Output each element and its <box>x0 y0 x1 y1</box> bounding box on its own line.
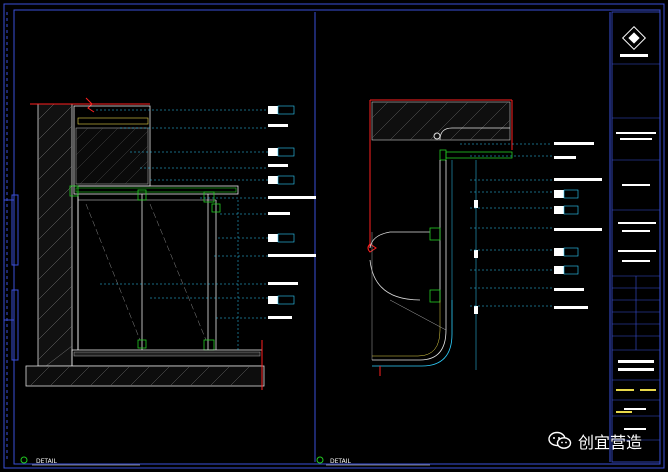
cad-drawing-sheet: DETAIL DETAIL <box>3 3 665 469</box>
wechat-icon <box>548 431 572 449</box>
left-detail-title: DETAIL <box>36 458 57 465</box>
left-detail: DETAIL <box>20 97 316 466</box>
right-detail: DETAIL <box>316 99 602 466</box>
company-logo <box>620 25 648 57</box>
sheet-outer-border <box>3 3 665 469</box>
sheet-inner-border <box>13 9 661 465</box>
right-detail-title: DETAIL <box>330 458 351 465</box>
watermark-text: 创宜营造 <box>578 433 643 452</box>
title-block <box>611 11 661 463</box>
watermark: 创宜营造 <box>548 428 642 454</box>
